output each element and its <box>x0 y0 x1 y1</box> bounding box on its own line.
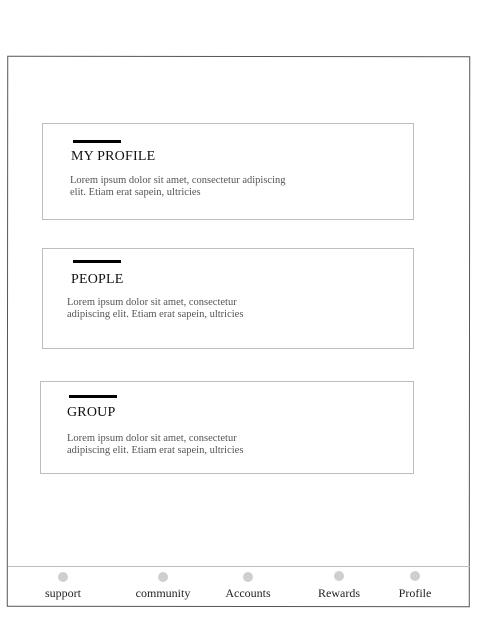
tab-label: Accounts <box>225 586 271 600</box>
tab-label: Rewards <box>318 586 360 600</box>
card-title: GROUP <box>67 405 116 420</box>
card-description: Lorem ipsum dolor sit amet, consectetur … <box>67 297 244 320</box>
circle-icon <box>243 572 253 582</box>
card-my-profile[interactable]: MY PROFILE Lorem ipsum dolor sit amet, c… <box>42 123 414 220</box>
circle-icon <box>158 572 168 582</box>
card-title: MY PROFILE <box>71 149 156 164</box>
card-title: PEOPLE <box>71 272 124 287</box>
tab-accounts[interactable]: Accounts <box>213 567 283 607</box>
card-description: Lorem ipsum dolor sit amet, consectetur … <box>67 433 244 456</box>
tab-community[interactable]: community <box>128 567 198 607</box>
tab-support[interactable]: support <box>28 567 98 607</box>
card-accent-bar <box>73 140 121 143</box>
card-group[interactable]: GROUP Lorem ipsum dolor sit amet, consec… <box>40 381 414 474</box>
tab-label: Profile <box>398 586 432 600</box>
tab-label: community <box>135 586 191 600</box>
card-accent-bar <box>73 260 121 263</box>
bottom-tab-bar: support community Accounts Rewards Profi… <box>8 566 470 606</box>
circle-icon <box>334 571 344 581</box>
tab-profile[interactable]: Profile <box>380 567 450 607</box>
tab-rewards[interactable]: Rewards <box>304 567 374 607</box>
tab-label: support <box>45 586 81 600</box>
card-accent-bar <box>69 395 117 398</box>
card-people[interactable]: PEOPLE Lorem ipsum dolor sit amet, conse… <box>42 248 414 349</box>
card-description: Lorem ipsum dolor sit amet, consectetur … <box>70 175 286 198</box>
circle-icon <box>410 571 420 581</box>
circle-icon <box>58 572 68 582</box>
